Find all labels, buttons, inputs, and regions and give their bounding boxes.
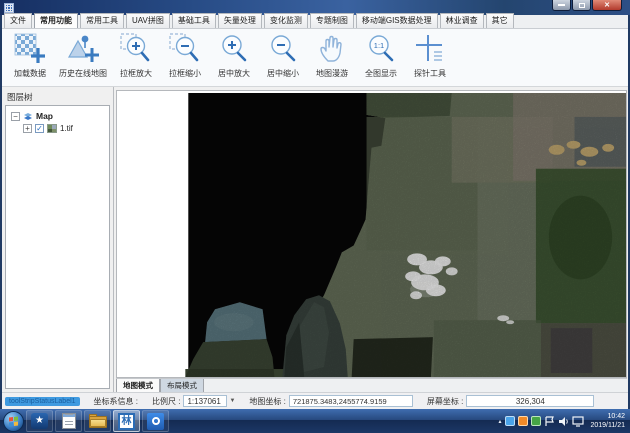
clock-time: 10:42 [590, 412, 625, 421]
ribbon-tab-bar: 文件 常用功能 常用工具 UAV拼图 基础工具 矢量处理 变化监测 专题制图 移… [2, 15, 628, 29]
taskbar-app-forestry-gis[interactable]: 林 [113, 410, 140, 432]
close-icon: ✕ [604, 2, 610, 9]
screen-coord-label: 屏幕坐标 : [427, 396, 463, 407]
menu-tab-file[interactable]: 文件 [4, 13, 32, 28]
map-coord-value: 721875.3483,2455774.9159 [289, 395, 413, 407]
star-app-icon: ★ [31, 413, 48, 429]
raster-layer-icon [47, 124, 57, 133]
toolbar-button-label: 拉框缩小 [169, 68, 201, 79]
full-extent-icon: 1:1 [364, 32, 398, 66]
map-view: 地图模式 布局模式 [115, 87, 628, 392]
taskbar-app-explorer[interactable] [84, 410, 111, 432]
layer-tree: − Map + ✓ 1.tif [5, 105, 110, 389]
collapse-icon[interactable]: − [11, 112, 20, 121]
tree-node-map[interactable]: − Map [11, 111, 109, 121]
folder-icon [89, 414, 107, 428]
svg-text:1:1: 1:1 [374, 41, 384, 50]
app-window-icon [4, 3, 14, 13]
application-window: 文件 常用功能 常用工具 UAV拼图 基础工具 矢量处理 变化监测 专题制图 移… [2, 15, 628, 409]
main-area: 图层树 − Map + ✓ 1.tif [2, 87, 628, 392]
toolbar-button-label: 居中放大 [218, 68, 250, 79]
expand-icon[interactable]: + [23, 124, 32, 133]
windows-logo-icon [9, 416, 18, 426]
menu-tab-mobile-gis-processing[interactable]: 移动端GIS数据处理 [356, 13, 438, 28]
toolbar-button-label: 地图漫游 [316, 68, 348, 79]
taskbar-app-o[interactable] [142, 410, 169, 432]
load-data-button[interactable]: 加载数据 [6, 31, 54, 80]
box-zoom-out-icon [168, 32, 202, 66]
tray-orange-app-icon[interactable] [518, 416, 528, 426]
scale-input[interactable]: 1:137061 [183, 395, 227, 407]
status-bar: toolStripStatusLabel1 坐标系信息 : 比例尺 : 1:13… [2, 392, 628, 409]
taskbar-app-notepad[interactable] [55, 410, 82, 432]
network-icon[interactable] [572, 416, 584, 427]
notepad-icon [62, 413, 76, 429]
close-button[interactable]: ✕ [592, 0, 622, 11]
show-hidden-icons-button[interactable]: ▴ [498, 418, 501, 425]
scale-label: 比例尺 : [152, 396, 180, 407]
menu-tab-other[interactable]: 其它 [486, 13, 514, 28]
full-extent-button[interactable]: 1:1 全图显示 [357, 31, 405, 80]
tree-node-layer[interactable]: + ✓ 1.tif [23, 124, 109, 133]
box-zoom-in-button[interactable]: 拉框放大 [112, 31, 160, 80]
map-canvas[interactable] [116, 90, 627, 378]
tray-blue-app-icon[interactable] [505, 416, 515, 426]
box-zoom-out-button[interactable]: 拉框缩小 [161, 31, 209, 80]
map-pan-icon [315, 32, 349, 66]
menu-tab-vector-processing[interactable]: 矢量处理 [218, 13, 262, 28]
status-label: toolStripStatusLabel1 [5, 397, 80, 406]
toolbar-button-label: 加载数据 [14, 68, 46, 79]
menu-tab-common-functions[interactable]: 常用功能 [34, 13, 78, 28]
toolbar-button-label: 拉框放大 [120, 68, 152, 79]
center-zoom-out-button[interactable]: 居中缩小 [259, 31, 307, 80]
volume-icon[interactable] [558, 416, 569, 427]
minimize-button[interactable] [552, 0, 571, 11]
tree-node-label: 1.tif [60, 124, 73, 133]
toolbar-button-label: 历史在线地图 [59, 68, 107, 79]
center-zoom-in-icon [217, 32, 251, 66]
layer-visibility-checkbox[interactable]: ✓ [35, 124, 44, 133]
tree-node-label: Map [36, 111, 53, 121]
map-mode-tab-bar: 地图模式 布局模式 [116, 378, 627, 392]
forestry-gis-app-icon: 林 [118, 413, 135, 430]
tray-green-app-icon[interactable] [531, 416, 541, 426]
center-zoom-out-icon [266, 32, 300, 66]
map-layers-icon [23, 112, 33, 121]
toolbar: 加载数据 历史在线地图 拉框放大 [2, 29, 628, 87]
scale-dropdown-icon[interactable]: ▼ [229, 398, 235, 404]
probe-tool-button[interactable]: 探针工具 [406, 31, 454, 80]
menu-tab-thematic-mapping[interactable]: 专题制图 [310, 13, 354, 28]
map-pan-button[interactable]: 地图漫游 [308, 31, 356, 80]
layer-panel-title: 图层树 [2, 87, 113, 106]
system-tray: ▴ 10:42 2019/11/21 [498, 409, 627, 433]
toolbar-button-label: 全图显示 [365, 68, 397, 79]
history-online-map-button[interactable]: 历史在线地图 [55, 31, 111, 80]
toolbar-button-label: 居中缩小 [267, 68, 299, 79]
maximize-button[interactable] [572, 0, 591, 11]
history-online-map-icon [66, 32, 100, 66]
menu-tab-common-tools[interactable]: 常用工具 [80, 13, 124, 28]
taskbar-app-star[interactable]: ★ [26, 410, 53, 432]
map-coord-label: 地图坐标 : [249, 396, 285, 407]
box-zoom-in-icon [119, 32, 153, 66]
satellite-raster [117, 91, 626, 377]
windows-taskbar: ★ 林 ▴ 10:42 2019/11/21 [0, 409, 630, 433]
menu-tab-forestry-survey[interactable]: 林业调查 [440, 13, 484, 28]
clock-date: 2019/11/21 [590, 421, 625, 430]
load-data-icon [13, 32, 47, 66]
probe-tool-icon [413, 32, 447, 66]
o-app-icon [147, 413, 164, 430]
menu-tab-change-detection[interactable]: 变化监测 [264, 13, 308, 28]
center-zoom-in-button[interactable]: 居中放大 [210, 31, 258, 80]
menu-tab-uav-mosaic[interactable]: UAV拼图 [126, 13, 170, 28]
action-center-flag-icon[interactable] [544, 416, 555, 427]
start-button[interactable] [3, 411, 24, 432]
taskbar-clock[interactable]: 10:42 2019/11/21 [590, 412, 625, 431]
layer-tree-panel: 图层树 − Map + ✓ 1.tif [2, 87, 114, 392]
coord-system-label: 坐标系信息 : [94, 396, 138, 407]
toolbar-button-label: 探针工具 [414, 68, 446, 79]
menu-tab-basic-tools[interactable]: 基础工具 [172, 13, 216, 28]
screen-coord-value: 326,304 [466, 395, 594, 407]
